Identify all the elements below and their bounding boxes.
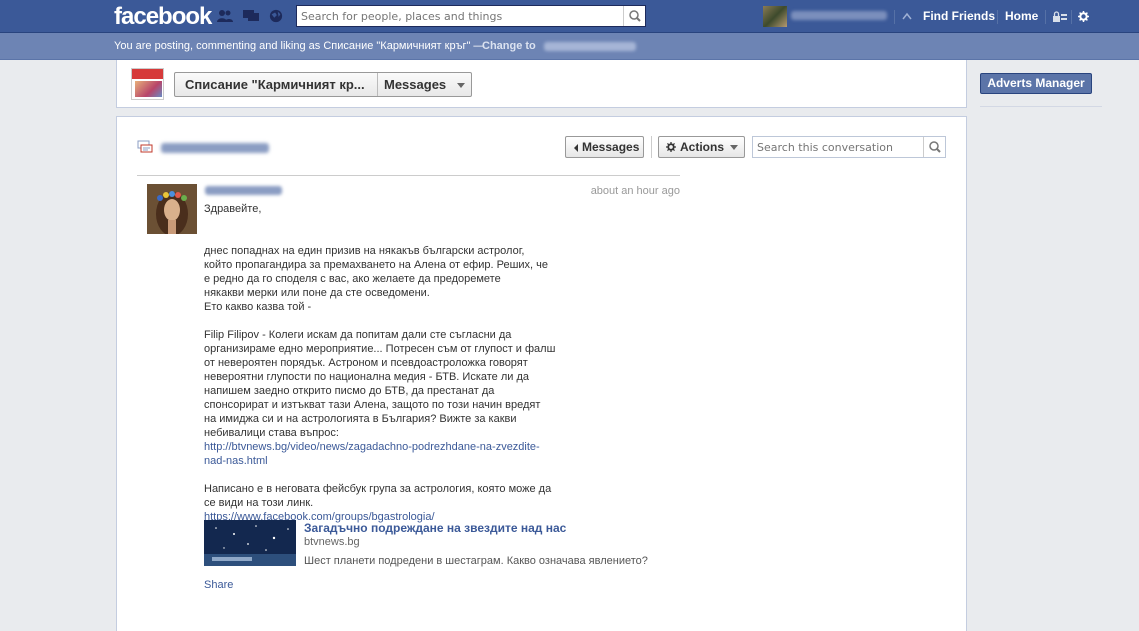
message-line: Написано е в неговата фейсбук група за а… xyxy=(204,483,552,495)
shared-link-thumbnail[interactable] xyxy=(204,520,296,566)
shared-link-title[interactable]: Загадъчно подреждане на звездите над нас xyxy=(304,521,566,535)
page-name-button[interactable]: Списание "Кармичният кр... xyxy=(175,73,378,96)
shared-link-description: Шест планети подредени в шестаграм. Какв… xyxy=(304,555,648,567)
message-line: Ето какво казва той - xyxy=(204,301,312,313)
search-icon xyxy=(629,10,641,22)
message-line: невероятни глупости по национална медия … xyxy=(204,371,529,383)
gear-icon xyxy=(666,142,676,152)
change-identity-link[interactable]: Change to xyxy=(482,40,536,52)
chevron-up-icon[interactable] xyxy=(902,12,912,20)
privacy-lock-icon[interactable] xyxy=(1053,11,1067,22)
back-to-messages-label: Messages xyxy=(582,140,640,154)
conversation-search-input[interactable] xyxy=(753,137,923,157)
starfield-image xyxy=(204,520,296,566)
messages-icon[interactable] xyxy=(243,9,259,23)
message-line: днес попаднах на един призив на някакъв … xyxy=(204,245,525,257)
chevron-left-icon xyxy=(574,144,578,152)
conversation-search-button[interactable] xyxy=(923,137,945,157)
settings-gear-icon[interactable] xyxy=(1078,11,1089,22)
section-dropdown-label[interactable]: Messages xyxy=(379,73,446,96)
conversation-search xyxy=(752,136,946,158)
conversation-name-redacted[interactable] xyxy=(161,143,269,153)
message-line: от невероятен порядък. Астроном и псевдо… xyxy=(204,357,528,369)
notifications-globe-icon[interactable] xyxy=(268,9,284,23)
sender-avatar[interactable] xyxy=(147,184,197,234)
message-line: организираме едно мероприятие... Потресе… xyxy=(204,343,556,355)
btvnews-link-continued[interactable]: nad-nas.html xyxy=(204,455,268,467)
btvnews-link[interactable]: http://btvnews.bg/video/news/zagadachno-… xyxy=(204,441,540,453)
conversation-icon xyxy=(137,140,153,153)
page-breadcrumb: Списание "Кармичният кр... Messages xyxy=(174,72,472,97)
change-identity-name-redacted[interactable] xyxy=(544,42,636,51)
find-friends-link[interactable]: Find Friends xyxy=(923,9,995,23)
message-timestamp[interactable]: about an hour ago xyxy=(560,185,680,197)
adverts-manager-button[interactable]: Adverts Manager xyxy=(980,73,1092,94)
top-bar: facebook Find Friends Home xyxy=(0,0,1139,33)
thread-divider xyxy=(137,175,680,176)
profile-name-redacted[interactable] xyxy=(791,11,887,20)
message-line: се види на този линк. xyxy=(204,497,314,509)
message-body: Здравейте, днес попаднах на един призив … xyxy=(204,202,564,524)
chevron-down-icon xyxy=(730,145,738,150)
message-line: Filip Filipov - Колеги искам да попитам … xyxy=(204,329,512,341)
facebook-logo[interactable]: facebook xyxy=(114,3,212,31)
friend-requests-icon[interactable] xyxy=(217,9,233,23)
posting-as-bar: You are posting, commenting and liking a… xyxy=(0,33,1139,60)
global-search-button[interactable] xyxy=(623,6,645,26)
message-line: който пропагандира за премахването на Ал… xyxy=(204,259,548,271)
profile-avatar[interactable] xyxy=(763,6,787,27)
nav-divider xyxy=(894,10,895,24)
right-column-divider xyxy=(980,106,1102,107)
message-line: спонсорират и изтъкват тази Алена, защот… xyxy=(204,399,541,411)
global-search-input[interactable] xyxy=(297,6,623,26)
nav-divider xyxy=(1071,10,1072,24)
message-line: е редно да го споделя с вас, ако желаете… xyxy=(204,273,501,285)
message-line: небивалици става въпрос: xyxy=(204,427,339,439)
shared-link-domain: btvnews.bg xyxy=(304,536,360,548)
message-line: напишем заедно открито писмо до БТВ, да … xyxy=(204,385,495,397)
nav-divider xyxy=(1045,10,1046,24)
toolbar-divider xyxy=(651,136,652,158)
share-link[interactable]: Share xyxy=(204,579,233,591)
sender-name-redacted[interactable] xyxy=(205,186,282,195)
home-link[interactable]: Home xyxy=(1005,9,1038,23)
actions-dropdown-button[interactable]: Actions xyxy=(658,136,745,158)
sender-avatar-image xyxy=(147,184,197,234)
page-thumbnail[interactable] xyxy=(131,68,164,100)
global-search xyxy=(296,5,646,27)
actions-label: Actions xyxy=(680,140,725,154)
posting-as-text: You are posting, commenting and liking a… xyxy=(114,40,485,52)
message-line: някакви мерки или поне да сте осведомени… xyxy=(204,287,430,299)
message-greeting: Здравейте, xyxy=(204,203,262,215)
back-to-messages-button[interactable]: Messages xyxy=(565,136,644,158)
chevron-down-icon[interactable] xyxy=(457,83,465,88)
search-icon xyxy=(929,141,941,153)
nav-divider xyxy=(997,10,998,24)
message-line: на имиджа си и на астрологията в Българи… xyxy=(204,413,517,425)
